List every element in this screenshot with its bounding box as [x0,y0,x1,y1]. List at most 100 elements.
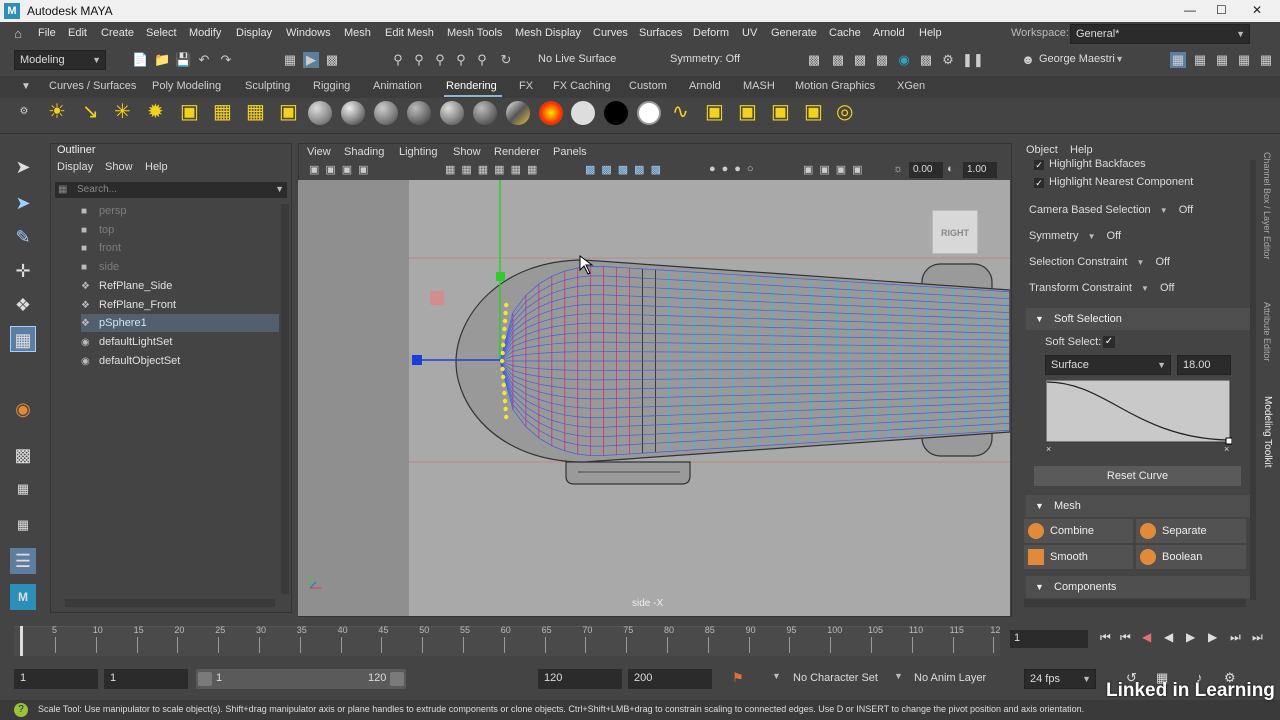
outliner-hscroll[interactable] [65,599,275,607]
components-section[interactable]: ▼ Components [1026,576,1251,598]
outliner-menu-help[interactable]: Help [145,161,168,173]
light-tools-icon[interactable]: ●●●○ [709,163,760,175]
reset-curve-button[interactable]: Reset Curve [1034,466,1241,486]
single-view-icon[interactable]: ▩ [10,442,36,468]
camera-tools-icon[interactable]: ▣▣▣▣ [309,163,375,176]
user-account-dropdown[interactable]: George Maestri ▼ [1034,50,1128,70]
separate-button[interactable]: Separate [1136,519,1246,543]
volume-light-icon[interactable]: ▦ [213,102,232,122]
shelf-menu-icon[interactable]: ▼ [18,79,34,95]
outliner-item[interactable]: ❖ pSphere1 [81,314,279,333]
toolkit-vscroll[interactable] [1250,160,1256,600]
use-background-icon[interactable] [637,101,661,125]
channel-box-side-tab[interactable]: Channel Box / Layer Editor [1262,152,1272,260]
two-view-icon[interactable]: ▦ [10,512,36,538]
save-scene-icon[interactable]: 💾 [175,52,191,68]
camera-aim-icon[interactable]: ▦ [246,102,265,122]
layered-shader-icon[interactable] [473,101,497,125]
vp-menu-renderer[interactable]: Renderer [494,146,540,158]
maya-shelf-icon[interactable]: M [10,584,36,610]
sculpt-ball-icon[interactable]: ◉ [10,396,36,422]
menu-file[interactable]: File [38,27,56,39]
gamma-icon[interactable]: ◐ [947,163,954,175]
outliner-item[interactable]: ■ side [81,258,279,276]
animation-start-field[interactable]: 1 [14,669,98,689]
tab-rendering[interactable]: Rendering [446,80,497,92]
layer-editor-icon[interactable]: ▦ [1258,52,1274,68]
point-light-icon[interactable]: ✳ [114,102,131,122]
select-hierarchy-icon[interactable]: ▦ [282,52,298,68]
mesh-section[interactable]: ▼ Mesh [1026,495,1251,517]
attribute-editor-icon[interactable]: ▦ [1192,52,1208,68]
close-icon[interactable]: ✕ [1252,3,1262,17]
tab-xgen[interactable]: XGen [897,80,925,92]
fps-dropdown[interactable]: 24 fps ▼ [1024,669,1096,689]
menu-help[interactable]: Help [919,27,942,39]
lambert-material-icon[interactable] [308,101,332,125]
render-setup-icon[interactable]: ▩ [918,52,934,68]
tab-sculpting[interactable]: Sculpting [245,80,290,92]
shadow-link-icon[interactable]: ▣ [771,102,790,122]
menu-curves[interactable]: Curves [593,27,628,39]
four-view-icon[interactable]: ▦ [10,476,36,502]
step-forward-frame-icon[interactable]: ▶ [1208,630,1217,644]
tab-animation[interactable]: Animation [373,80,422,92]
rotate-tool-icon[interactable]: ❖ [10,292,36,318]
tab-mash[interactable]: MASH [743,80,775,92]
blinn-material-icon[interactable] [341,101,365,125]
phonge-material-icon[interactable] [407,101,431,125]
menu-select[interactable]: Select [146,27,177,39]
blimp-model[interactable] [298,180,1010,616]
paint-select-icon[interactable]: ✎ [10,224,36,250]
soft-selection-section[interactable]: ▼ Soft Selection [1026,308,1251,330]
menu-windows[interactable]: Windows [286,27,331,39]
falloff-mode-dropdown[interactable]: Surface ▼ [1045,355,1171,375]
shelf-gear-icon[interactable]: ⚙ [16,104,32,120]
outliner-search[interactable]: ▦ Search... ▼ [55,182,287,198]
range-start-handle[interactable] [198,672,212,686]
smooth-button[interactable]: Smooth [1024,545,1133,569]
modeling-toolkit-icon[interactable]: ▦ [1170,52,1186,68]
light-editor-icon[interactable]: ⚙ [940,52,956,68]
pause-icon[interactable]: ❚❚ [962,52,984,68]
anisotropic-material-icon[interactable] [440,101,464,125]
menu-arnold[interactable]: Arnold [873,27,905,39]
menu-edit-mesh[interactable]: Edit Mesh [385,27,434,39]
auto-key-icon[interactable]: ⚑ [732,670,744,686]
scale-tool-icon[interactable]: ▦ [10,326,36,352]
outliner-item[interactable]: ■ top [81,221,279,239]
playback-start-field[interactable]: 1 [104,669,188,689]
range-slider[interactable]: 1 120 [196,669,406,689]
outliner-item[interactable]: ❖ RefPlane_Side [81,277,279,295]
vp-menu-shading[interactable]: Shading [344,146,384,158]
outliner-item[interactable]: ■ front [81,239,279,257]
menu-deform[interactable]: Deform [693,27,729,39]
exposure-field[interactable]: 0.00 [909,162,943,178]
select-tool-icon[interactable]: ➤ [10,154,36,180]
tool-settings-icon[interactable]: ▦ [1214,52,1230,68]
go-to-start-icon[interactable]: ⏮ [1100,630,1111,645]
camera-based-selection-row[interactable]: Camera Based Selection ▼ Off [1029,204,1229,220]
menu-modify[interactable]: Modify [189,27,221,39]
chevron-down-icon[interactable]: ▼ [894,671,903,681]
menu-uv[interactable]: UV [742,27,757,39]
selection-constraint-row[interactable]: Selection Constraint ▼ Off [1029,256,1229,272]
symmetry-dropdown[interactable]: Symmetry: Off [665,50,763,70]
time-slider[interactable]: 1 ⏮ ⏮ ◀ ◀ ▶ ▶ ⏭ ⏭ [0,622,1280,660]
chevron-down-icon[interactable]: ▼ [772,671,781,681]
play-back-icon[interactable]: ◀ [1164,630,1173,644]
current-time-marker[interactable] [20,626,23,656]
snap-point-icon[interactable]: ⚲ [432,52,448,68]
open-scene-icon[interactable]: 📁 [154,52,170,68]
select-object-icon[interactable]: ▶ [303,52,319,68]
white-material-icon[interactable] [571,101,595,125]
attr-menu-help[interactable]: Help [1070,144,1093,156]
assign-material-icon[interactable]: ▣ [705,102,724,122]
highlight-nearest-checkbox[interactable]: ✓ [1034,178,1044,188]
menu-create[interactable]: Create [101,27,134,39]
tab-fx[interactable]: FX [519,80,533,92]
step-back-frame-icon[interactable]: ◀ [1142,630,1151,644]
new-scene-icon[interactable]: 📄 [132,52,148,68]
render-settings-icon[interactable]: ▩ [806,52,822,68]
menu-generate[interactable]: Generate [771,27,817,39]
